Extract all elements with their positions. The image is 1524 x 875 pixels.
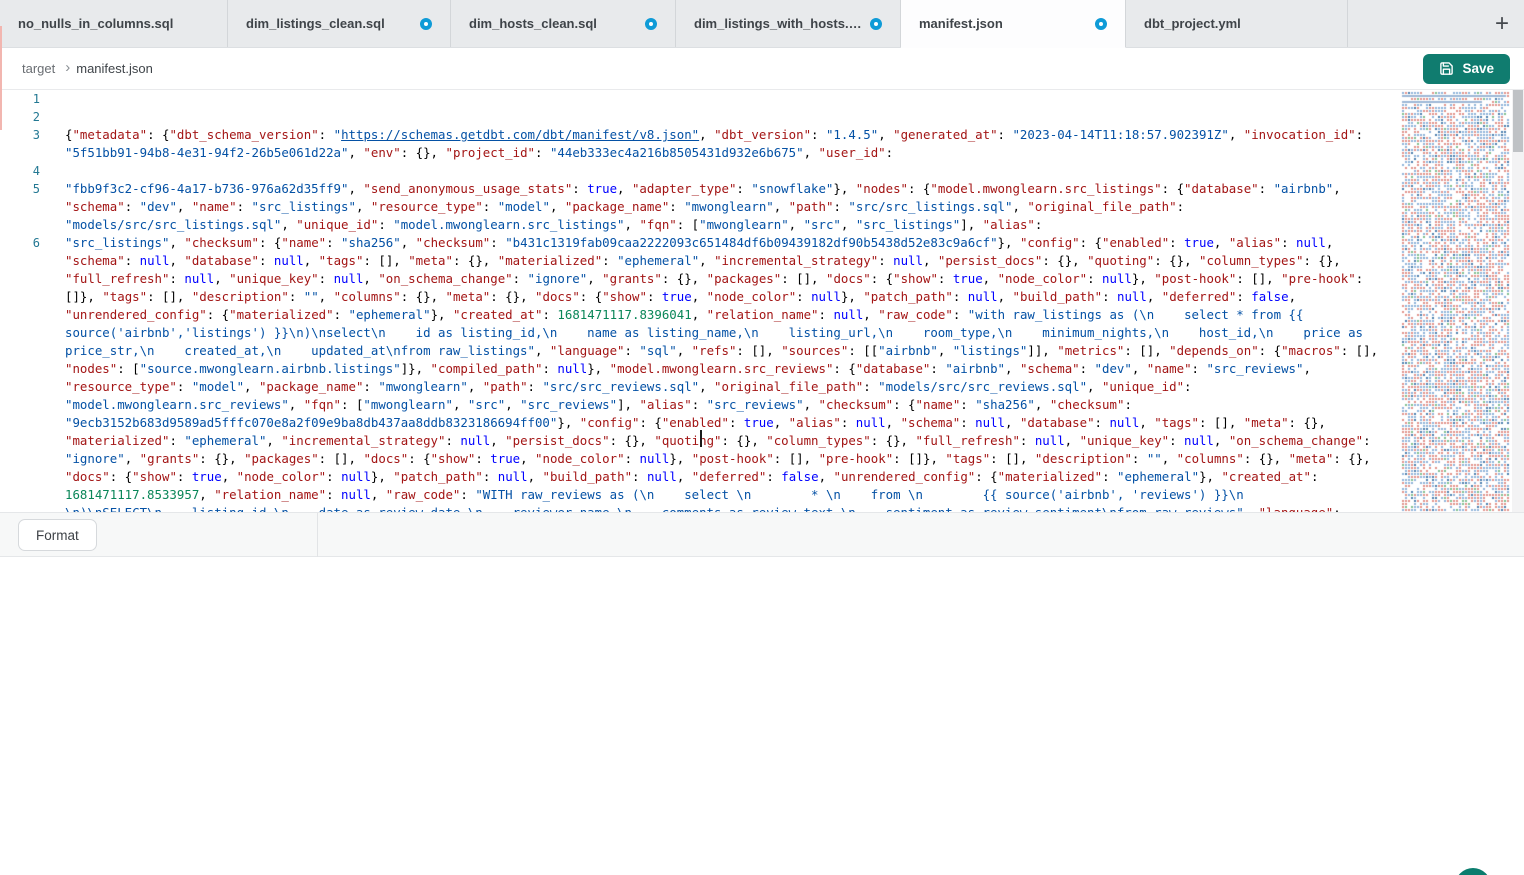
code-editor[interactable]: 123 {"metadata": {"dbt_schema_version": "…: [0, 90, 1400, 512]
code-line[interactable]: 2: [0, 108, 1400, 126]
code-text: [65, 162, 1400, 180]
tab-label: dim_hosts_clean.sql: [469, 16, 597, 31]
bottom-panel-header: Format: [0, 512, 1524, 557]
tab-dim-listings-clean-sql[interactable]: dim_listings_clean.sql: [228, 0, 451, 47]
code-line[interactable]: 5 "fbb9f3c2-cf96-4a17-b736-976a62d35ff9",…: [0, 180, 1400, 234]
tab-no-nulls-in-columns-sql[interactable]: no_nulls_in_columns.sql: [0, 0, 228, 47]
tab-dim-hosts-clean-sql[interactable]: dim_hosts_clean.sql: [451, 0, 676, 47]
tab-label: no_nulls_in_columns.sql: [18, 16, 173, 31]
code-line[interactable]: 4: [0, 162, 1400, 180]
floppy-disk-icon: [1439, 61, 1454, 76]
code-text: {"metadata": {"dbt_schema_version": "htt…: [65, 126, 1400, 162]
chevron-right-icon: ›: [65, 59, 70, 76]
line-number: 5: [0, 180, 40, 234]
modified-dot-icon: [870, 18, 882, 30]
modified-dot-icon: [1095, 18, 1107, 30]
scrollbar-track[interactable]: [1512, 90, 1524, 512]
code-text: [65, 90, 1400, 108]
left-edge-accent: [0, 26, 2, 130]
breadcrumb-item-target[interactable]: target: [22, 61, 55, 76]
tab-bar-spacer: [1348, 0, 1480, 47]
minimap-canvas: [1400, 90, 1512, 512]
help-chat-button[interactable]: [1455, 868, 1491, 875]
modified-dot-icon: [645, 18, 657, 30]
panel-divider: [317, 513, 318, 557]
app-window: no_nulls_in_columns.sql dim_listings_cle…: [0, 0, 1524, 875]
scrollbar-thumb[interactable]: [1513, 90, 1523, 152]
code-text: "src_listings", "checksum": {"name": "sh…: [65, 234, 1400, 512]
text-caret: [700, 430, 702, 447]
tab-dbt-project-yml[interactable]: dbt_project.yml: [1126, 0, 1348, 47]
tab-label: dbt_project.yml: [1144, 16, 1241, 31]
tab-bar: no_nulls_in_columns.sql dim_listings_cle…: [0, 0, 1524, 48]
breadcrumb-bar: target › manifest.json Save: [0, 48, 1524, 90]
format-button[interactable]: Format: [18, 519, 97, 551]
line-number: 3: [0, 126, 40, 162]
code-line[interactable]: 6"src_listings", "checksum": {"name": "s…: [0, 234, 1400, 512]
tab-label: dim_listings_with_hosts.sql: [694, 16, 862, 31]
new-tab-button[interactable]: +: [1480, 0, 1524, 47]
breadcrumb-item-file: manifest.json: [76, 61, 153, 76]
line-number: 4: [0, 162, 40, 180]
line-number: 6: [0, 234, 40, 512]
minimap[interactable]: [1400, 90, 1512, 512]
code-text: "fbb9f3c2-cf96-4a17-b736-976a62d35ff9", …: [65, 180, 1400, 234]
tab-manifest-json[interactable]: manifest.json: [901, 0, 1126, 48]
modified-dot-icon: [420, 18, 432, 30]
code-line[interactable]: 3 {"metadata": {"dbt_schema_version": "ht…: [0, 126, 1400, 162]
code-line[interactable]: 1: [0, 90, 1400, 108]
line-number: 2: [0, 108, 40, 126]
tab-label: dim_listings_clean.sql: [246, 16, 385, 31]
code-text: [65, 108, 1400, 126]
tab-dim-listings-with-hosts-sql[interactable]: dim_listings_with_hosts.sql: [676, 0, 901, 47]
save-button-label: Save: [1462, 61, 1494, 76]
code-editor-lines: 123 {"metadata": {"dbt_schema_version": "…: [0, 90, 1400, 512]
line-number: 1: [0, 90, 40, 108]
save-button[interactable]: Save: [1423, 54, 1510, 84]
tab-label: manifest.json: [919, 16, 1003, 31]
